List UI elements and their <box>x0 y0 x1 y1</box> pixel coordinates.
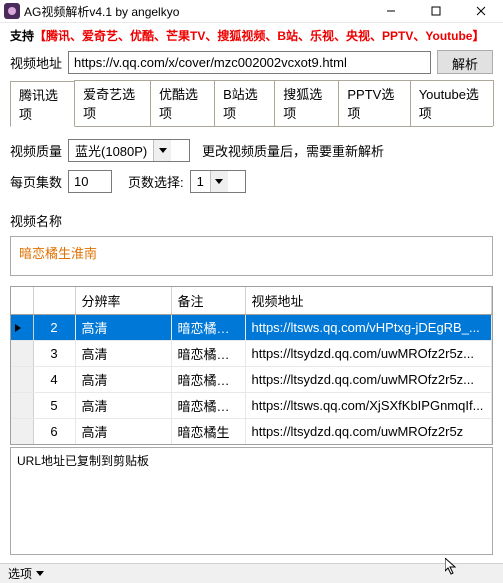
cell-n: 2 <box>33 315 75 341</box>
log-text: URL地址已复制到剪贴板 <box>17 454 149 468</box>
cell-n: 3 <box>33 341 75 367</box>
page-select[interactable]: 1 <box>190 170 246 193</box>
col-header-url: 视频地址 <box>245 287 492 315</box>
footer-bar: 选项 <box>0 563 503 583</box>
app-icon <box>4 3 20 19</box>
quality-label: 视频质量 <box>10 141 62 160</box>
cell-url: https://ltsydzd.qq.com/uwMROfz2r5z... <box>245 341 492 367</box>
table-row[interactable]: 2 高清 暗恋橘生... https://ltsws.qq.com/vHPtxg… <box>11 315 492 341</box>
cell-res: 高清 <box>75 341 171 367</box>
cell-n: 4 <box>33 367 75 393</box>
name-section: 视频名称 <box>0 207 503 234</box>
col-header-note: 备注 <box>171 287 245 315</box>
perpage-input[interactable] <box>68 170 112 193</box>
cell-note: 暗恋橘生... <box>171 367 245 393</box>
row-indicator <box>11 367 33 393</box>
tab-sohu[interactable]: 搜狐选项 <box>274 80 339 126</box>
paging-row: 每页集数 页数选择: 1 <box>0 166 503 197</box>
quality-row: 视频质量 蓝光(1080P) 更改视频质量后，需要重新解析 <box>0 135 503 166</box>
cell-res: 高清 <box>75 393 171 419</box>
support-bracket-close: 】 <box>472 29 484 43</box>
video-name-value: 暗恋橘生淮南 <box>19 246 97 261</box>
cell-url: https://ltsws.qq.com/vHPtxg-jDEgRB_... <box>245 315 492 341</box>
page-value: 1 <box>191 174 210 189</box>
table-header-row: 分辨率 备注 视频地址 <box>11 287 492 315</box>
cell-res: 高清 <box>75 315 171 341</box>
tab-iqiyi[interactable]: 爱奇艺选项 <box>74 80 151 126</box>
col-header-res: 分辨率 <box>75 287 171 315</box>
chevron-down-icon <box>153 140 171 161</box>
table-row[interactable]: 6 高清 暗恋橘生 https://ltsydzd.qq.com/uwMROfz… <box>11 419 492 445</box>
cell-url: https://ltsydzd.qq.com/uwMROfz2r5z... <box>245 367 492 393</box>
tab-youku[interactable]: 优酷选项 <box>150 80 215 126</box>
video-name-box: 暗恋橘生淮南 <box>10 236 493 276</box>
window-controls <box>368 0 503 22</box>
url-label: 视频地址 <box>10 53 62 72</box>
support-bracket-open: 【 <box>34 29 46 43</box>
title-bar: AG视频解析v4.1 by angelkyo <box>0 0 503 23</box>
tab-bar: 腾讯选项 爱奇艺选项 优酷选项 B站选项 搜狐选项 PPTV选项 Youtube… <box>10 80 493 127</box>
results-table-wrap: 分辨率 备注 视频地址 2 高清 暗恋橘生... https://ltsws.q… <box>10 286 493 445</box>
tab-pptv[interactable]: PPTV选项 <box>338 80 410 126</box>
row-indicator <box>11 393 33 419</box>
cell-n: 5 <box>33 393 75 419</box>
chevron-down-icon <box>36 571 44 576</box>
support-line: 支持【腾讯、爱奇艺、优酷、芒果TV、搜狐视频、B站、乐视、央视、PPTV、You… <box>0 23 503 46</box>
cell-note: 暗恋橘生... <box>171 393 245 419</box>
table-row[interactable]: 3 高清 暗恋橘生... https://ltsydzd.qq.com/uwMR… <box>11 341 492 367</box>
page-select-label: 页数选择: <box>128 172 184 191</box>
cell-res: 高清 <box>75 367 171 393</box>
tab-tencent[interactable]: 腾讯选项 <box>10 81 75 127</box>
cell-note: 暗恋橘生... <box>171 315 245 341</box>
quality-hint: 更改视频质量后，需要重新解析 <box>202 141 384 160</box>
quality-value: 蓝光(1080P) <box>69 141 153 160</box>
table-row[interactable]: 4 高清 暗恋橘生... https://ltsydzd.qq.com/uwMR… <box>11 367 492 393</box>
col-header-n <box>33 287 75 315</box>
row-indicator <box>11 419 33 445</box>
cell-note: 暗恋橘生... <box>171 341 245 367</box>
row-pointer-icon <box>15 324 21 332</box>
url-row: 视频地址 解析 <box>0 46 503 78</box>
parse-button[interactable]: 解析 <box>437 50 493 74</box>
tab-bilibili[interactable]: B站选项 <box>214 80 275 126</box>
row-indicator <box>11 341 33 367</box>
close-button[interactable] <box>458 0 503 22</box>
cell-res: 高清 <box>75 419 171 445</box>
options-menu[interactable]: 选项 <box>8 565 32 582</box>
video-url-input[interactable] <box>68 51 431 74</box>
cell-url: https://ltsydzd.qq.com/uwMROfz2r5z <box>245 419 492 445</box>
perpage-label: 每页集数 <box>10 172 62 191</box>
table-row[interactable]: 5 高清 暗恋橘生... https://ltsws.qq.com/XjSXfK… <box>11 393 492 419</box>
support-prefix: 支持 <box>10 29 34 43</box>
log-box: URL地址已复制到剪贴板 <box>10 447 493 555</box>
cell-n: 6 <box>33 419 75 445</box>
col-header-blank <box>11 287 33 315</box>
window-title: AG视频解析v4.1 by angelkyo <box>24 3 368 20</box>
video-name-label: 视频名称 <box>10 214 62 229</box>
mouse-cursor-icon <box>445 558 459 579</box>
chevron-down-icon <box>210 171 228 192</box>
maximize-button[interactable] <box>413 0 458 22</box>
cell-note: 暗恋橘生 <box>171 419 245 445</box>
row-indicator <box>11 315 33 341</box>
tab-youtube[interactable]: Youtube选项 <box>410 80 494 126</box>
cell-url: https://ltsws.qq.com/XjSXfKbIPGnmqIf... <box>245 393 492 419</box>
minimize-button[interactable] <box>368 0 413 22</box>
results-table[interactable]: 分辨率 备注 视频地址 2 高清 暗恋橘生... https://ltsws.q… <box>11 287 492 444</box>
quality-select[interactable]: 蓝光(1080P) <box>68 139 190 162</box>
support-text: 腾讯、爱奇艺、优酷、芒果TV、搜狐视频、B站、乐视、央视、PPTV、Youtub… <box>46 29 472 43</box>
